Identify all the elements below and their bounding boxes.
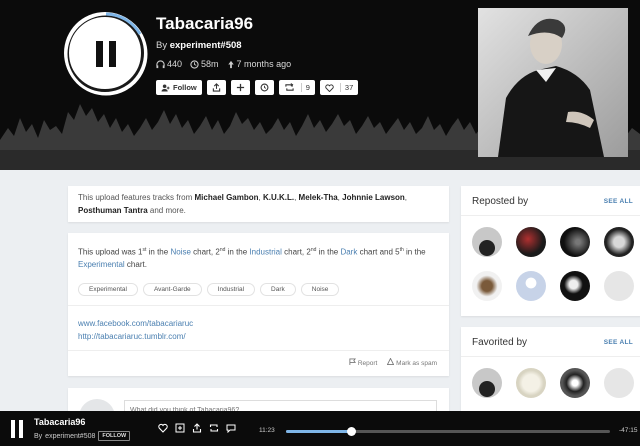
- flag-icon: [349, 358, 357, 365]
- action-bar: Follow 9 37: [156, 80, 359, 95]
- divider: [461, 356, 640, 357]
- player-pause-button[interactable]: [10, 420, 24, 438]
- player-actions: [158, 423, 236, 433]
- byline: By experiment#508: [156, 40, 242, 51]
- repost-button[interactable]: 9: [278, 80, 315, 95]
- favorite-button[interactable]: 37: [319, 80, 359, 95]
- heart-icon[interactable]: [158, 423, 168, 433]
- avatar[interactable]: [472, 271, 502, 301]
- reposted-by-panel: Reposted by SEE ALL: [461, 186, 640, 316]
- moderation-links: Report Mark as spam: [349, 357, 437, 367]
- avatar-grid: [472, 368, 634, 398]
- seek-handle[interactable]: [346, 427, 356, 436]
- description-card: This upload features tracks from Michael…: [68, 186, 449, 222]
- track-title: Tabacaria96: [156, 14, 254, 33]
- tag[interactable]: Experimental: [78, 283, 138, 296]
- player-byline: By experiment#508 FOLLOW: [34, 431, 131, 441]
- pause-icon: [11, 420, 15, 438]
- see-all-link[interactable]: SEE ALL: [604, 198, 633, 205]
- add-user-icon: [161, 83, 170, 92]
- avatar[interactable]: [604, 227, 634, 257]
- warning-icon: [387, 357, 395, 365]
- follow-button[interactable]: Follow: [156, 80, 202, 95]
- cover-image: [478, 8, 628, 157]
- history-icon: [260, 83, 269, 92]
- avatar[interactable]: [516, 271, 546, 301]
- pause-button[interactable]: [64, 12, 148, 96]
- elapsed-time: 11:23: [259, 427, 275, 434]
- repost-icon[interactable]: [209, 423, 219, 433]
- listen-later-button[interactable]: [254, 80, 274, 95]
- add-to-playlist-button[interactable]: [230, 80, 250, 95]
- artist-link[interactable]: Melek-Tha: [299, 193, 338, 202]
- tag-list: Experimental Avant-Garde Industrial Dark…: [78, 283, 340, 296]
- avatar[interactable]: [516, 227, 546, 257]
- tag[interactable]: Dark: [260, 283, 296, 296]
- chart-link-industrial[interactable]: Industrial: [249, 248, 281, 257]
- tag[interactable]: Avant-Garde: [142, 283, 202, 296]
- favorited-by-panel: Favorited by SEE ALL: [461, 327, 640, 417]
- panel-title: Favorited by: [472, 337, 528, 348]
- heart-icon: [325, 83, 334, 92]
- repost-count: 9: [300, 83, 310, 92]
- avatar[interactable]: [516, 368, 546, 398]
- avatar[interactable]: [560, 227, 590, 257]
- avatar[interactable]: [472, 368, 502, 398]
- chart-link-experimental[interactable]: Experimental: [78, 260, 125, 269]
- seek-progress: [286, 430, 351, 433]
- chart-ranking: This upload was 1st in the Noise chart, …: [78, 247, 426, 269]
- progress-ring: [64, 12, 148, 96]
- play-count: 440: [167, 59, 183, 69]
- seek-bar[interactable]: [286, 427, 610, 436]
- share-icon: [212, 83, 220, 92]
- player-bar: Tabacaria96 By experiment#508 FOLLOW 11:…: [0, 411, 640, 446]
- artist-link[interactable]: Johnnie Lawson: [342, 193, 405, 202]
- avatar[interactable]: [560, 271, 590, 301]
- upload-arrow-icon: [227, 60, 234, 68]
- chart-link-noise[interactable]: Noise: [170, 248, 190, 257]
- tumblr-link[interactable]: http://tabacariaruc.tumblr.com/: [78, 330, 193, 343]
- report-link[interactable]: Report: [349, 358, 377, 367]
- artist-link[interactable]: K.U.K.L.: [263, 193, 294, 202]
- upload-age: 7 months ago: [236, 59, 292, 69]
- divider: [68, 305, 449, 306]
- favorite-count: 37: [339, 83, 353, 92]
- duration: 58m: [201, 59, 219, 69]
- facebook-link[interactable]: www.facebook.com/tabacariaruc: [78, 317, 193, 330]
- avatar[interactable]: [604, 368, 634, 398]
- artist-link[interactable]: Michael Gambon: [195, 193, 259, 202]
- track-stats: 440 58m 7 months ago: [156, 59, 291, 69]
- comment-icon[interactable]: [226, 423, 236, 433]
- plus-icon: [236, 83, 244, 92]
- portrait-image: [478, 8, 628, 157]
- see-all-link[interactable]: SEE ALL: [604, 339, 633, 346]
- tag[interactable]: Industrial: [206, 283, 256, 296]
- avatar-grid: [472, 227, 634, 301]
- clock-icon: [190, 59, 199, 69]
- avatar[interactable]: [560, 368, 590, 398]
- add-icon[interactable]: [175, 423, 185, 433]
- remaining-time: -47:15: [619, 427, 638, 434]
- divider: [68, 350, 449, 351]
- headphones-icon: [156, 59, 165, 68]
- repost-icon: [285, 83, 294, 91]
- artist-link[interactable]: Posthuman Tantra: [78, 206, 148, 215]
- details-card: This upload was 1st in the Noise chart, …: [68, 233, 449, 376]
- panel-title: Reposted by: [472, 196, 529, 207]
- share-icon[interactable]: [192, 423, 202, 433]
- track-header: Tabacaria96 By experiment#508 440 58m 7 …: [0, 0, 640, 170]
- player-track-title[interactable]: Tabacaria96: [34, 417, 85, 427]
- divider: [461, 215, 640, 216]
- pause-icon: [96, 41, 103, 67]
- player-follow-button[interactable]: FOLLOW: [98, 431, 131, 441]
- external-links: www.facebook.com/tabacariaruc http://tab…: [78, 317, 193, 343]
- chart-link-dark[interactable]: Dark: [340, 248, 357, 257]
- tag[interactable]: Noise: [300, 283, 340, 296]
- avatar[interactable]: [472, 227, 502, 257]
- author-link[interactable]: experiment#508: [170, 40, 242, 51]
- player-author-link[interactable]: experiment#508: [45, 433, 95, 440]
- mark-spam-link[interactable]: Mark as spam: [387, 357, 437, 367]
- share-button[interactable]: [206, 80, 226, 95]
- avatar[interactable]: [604, 271, 634, 301]
